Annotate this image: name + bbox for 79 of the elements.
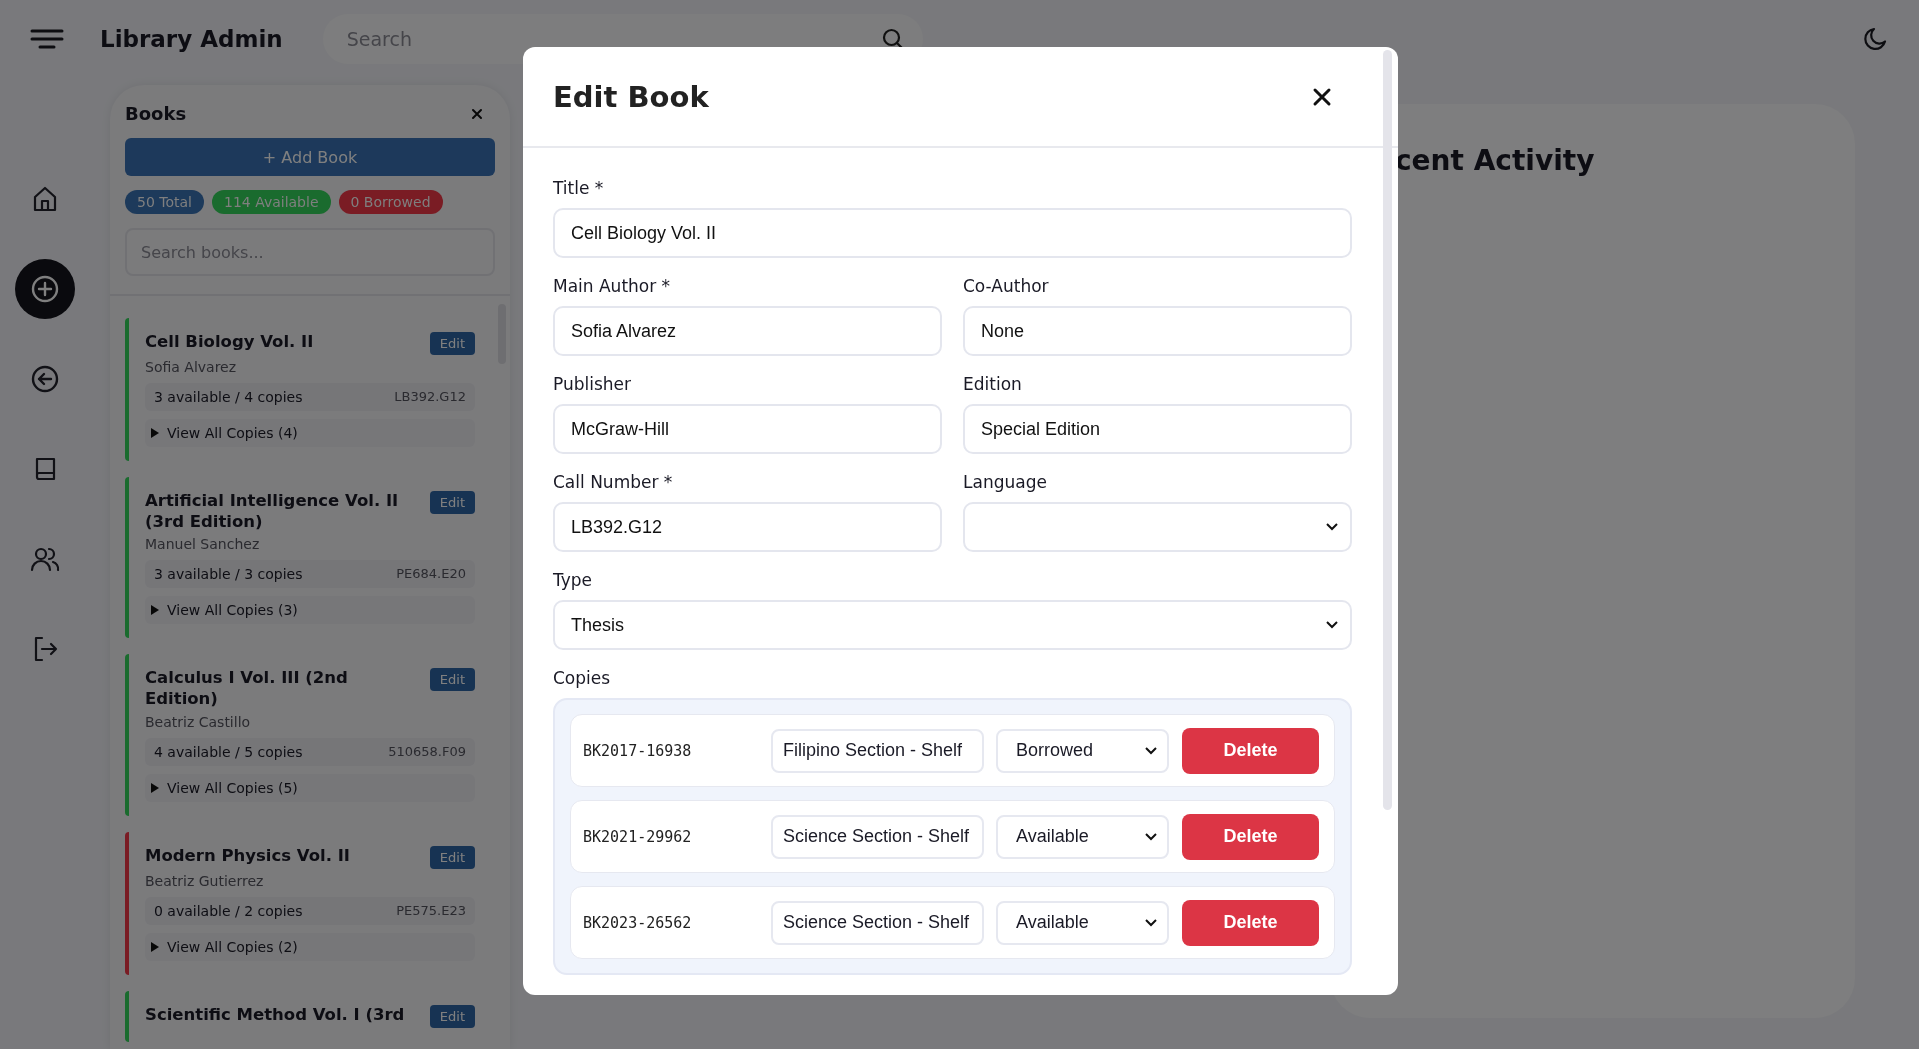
book-title: Artificial Intelligence Vol. II (3rd Edition) xyxy=(145,491,400,533)
card-title: cent Activity xyxy=(1395,144,1595,177)
call-number: PE684.E20 xyxy=(396,566,466,583)
call-number: 510658.F09 xyxy=(388,743,466,760)
caret-icon xyxy=(151,605,159,616)
view-copies-toggle[interactable]: View All Copies (3) xyxy=(145,596,475,625)
book-author: Sofia Alvarez xyxy=(145,359,238,375)
availability-text: 3 available / 3 copies xyxy=(154,566,303,583)
dialog-title: Edit Book xyxy=(553,79,709,114)
caret-icon xyxy=(151,428,159,438)
field-label: Main Author * xyxy=(553,276,672,296)
delete-button[interactable]: Delete xyxy=(1182,813,1319,860)
field-label: Call Number * xyxy=(553,472,674,492)
book-author: Beatriz Castillo xyxy=(145,713,252,730)
chevron-icon xyxy=(1145,832,1157,841)
availability-text: 4 available / 5 copies xyxy=(154,743,303,760)
dropdown[interactable]: Thesis xyxy=(553,600,1352,650)
call-number: LB392.G12 xyxy=(394,389,466,405)
view-copies-toggle[interactable]: View All Copies (5) xyxy=(145,773,475,802)
location-field[interactable]: Filipino Section - Shelf xyxy=(771,728,984,773)
edit-button[interactable]: Edit xyxy=(429,332,475,355)
text-field[interactable]: McGraw-Hill xyxy=(553,404,942,454)
view-copies-toggle[interactable]: View All Copies (4) xyxy=(145,419,475,447)
field-label: Publisher xyxy=(553,374,633,394)
edit-button[interactable]: Edit xyxy=(429,491,475,514)
users-icon xyxy=(30,545,60,573)
nav-button[interactable] xyxy=(15,259,75,319)
status-dropdown[interactable]: Borrowed xyxy=(996,728,1169,773)
app-title: Library Admin xyxy=(100,26,283,52)
status-dropdown[interactable]: Available xyxy=(996,814,1169,859)
copy-id: BK2023-26562 xyxy=(583,913,693,932)
view-copies-toggle[interactable]: View All Copies (2) xyxy=(145,932,475,961)
chevron-icon xyxy=(1145,746,1157,755)
chevron-icon xyxy=(1326,621,1338,629)
edit-button[interactable]: Edit xyxy=(429,668,475,692)
availability-text: 3 available / 4 copies xyxy=(154,389,303,405)
book-author: Beatriz Gutierrez xyxy=(145,872,265,889)
count-badge: 50 Total xyxy=(125,190,204,214)
book-title: Cell Biology Vol. II xyxy=(145,332,314,353)
book-author: Manuel Sanchez xyxy=(145,536,261,553)
book-title: Calculus I Vol. III (2nd Edition) xyxy=(145,668,349,710)
chevron-icon xyxy=(1326,523,1338,531)
count-badge: 0 Borrowed xyxy=(338,190,443,214)
field-label: Co-Author xyxy=(963,276,1050,296)
menu-icon[interactable] xyxy=(30,28,64,50)
caret-icon xyxy=(151,941,159,952)
field-label: Edition xyxy=(963,374,1023,394)
edit-button[interactable]: Edit xyxy=(429,845,475,869)
book-title: Modern Physics Vol. II xyxy=(145,845,350,867)
field-label: Language xyxy=(963,472,1048,492)
copy-id: BK2021-29962 xyxy=(583,827,693,846)
close-icon[interactable] xyxy=(1312,86,1332,107)
moon-icon[interactable] xyxy=(1863,26,1889,52)
edit-button[interactable]: Edit xyxy=(429,1004,475,1028)
scrollbar[interactable] xyxy=(1383,50,1392,810)
count-badge: 114 Available xyxy=(211,190,331,214)
delete-button[interactable]: Delete xyxy=(1182,899,1319,946)
availability-text: 0 available / 2 copies xyxy=(154,902,303,919)
text-field[interactable]: Cell Biology Vol. II xyxy=(553,208,1352,258)
caret-icon xyxy=(151,782,159,793)
delete-button[interactable]: Delete xyxy=(1182,727,1319,774)
call-number: PE575.E23 xyxy=(396,902,466,919)
copy-id: BK2017-16938 xyxy=(583,741,693,760)
text-field[interactable]: Special Edition xyxy=(963,404,1352,454)
field-label: Type xyxy=(553,570,594,590)
location-field[interactable]: Science Section - Shelf xyxy=(771,814,984,859)
text-field[interactable]: Sofia Alvarez xyxy=(553,306,942,356)
home-icon xyxy=(31,185,59,213)
text-field[interactable]: None xyxy=(963,306,1352,356)
text-field[interactable]: LB392.G12 xyxy=(553,502,942,552)
add-book-button[interactable]: + Add Book xyxy=(125,138,495,176)
book-title: Scientific Method Vol. I (3rd xyxy=(145,1004,405,1026)
field-label: Title * xyxy=(553,178,605,198)
chevron-icon xyxy=(1145,918,1157,927)
panel-title: Books xyxy=(125,103,187,124)
status-dropdown[interactable]: Available xyxy=(996,900,1169,945)
plus-circle-icon xyxy=(30,274,60,304)
location-field[interactable]: Science Section - Shelf xyxy=(771,900,984,945)
section-label: Copies xyxy=(553,668,612,688)
